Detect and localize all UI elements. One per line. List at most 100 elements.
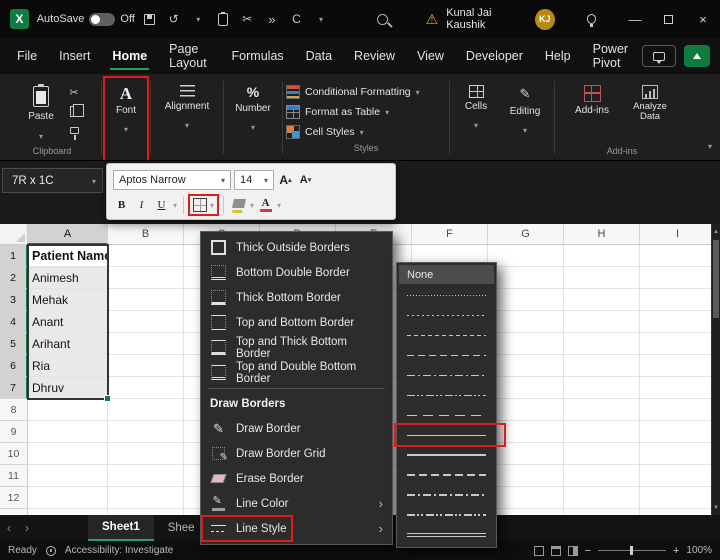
row-header[interactable]: 8: [0, 399, 28, 421]
decrease-font-size-button[interactable]: A: [297, 170, 314, 190]
cell[interactable]: [640, 355, 711, 377]
border-preset-menu-item[interactable]: Top and Double Bottom Border: [201, 360, 392, 385]
cell-column-a[interactable]: Ria: [28, 355, 108, 377]
maximize-button[interactable]: [652, 0, 686, 38]
line-style-option[interactable]: [399, 465, 494, 485]
cell-column-a[interactable]: [28, 399, 108, 421]
borders-dropdown-button[interactable]: [190, 196, 217, 214]
line-style-option[interactable]: [399, 525, 494, 545]
ribbon-tab[interactable]: Help: [534, 38, 582, 74]
cell[interactable]: [108, 245, 184, 267]
cell[interactable]: [564, 421, 640, 443]
name-box[interactable]: 7R x 1C: [2, 168, 103, 193]
cell[interactable]: [108, 333, 184, 355]
cell-column-a[interactable]: Animesh: [28, 267, 108, 289]
cell[interactable]: [564, 289, 640, 311]
font-color-button[interactable]: A: [257, 195, 274, 215]
paste-button[interactable]: Paste: [21, 80, 61, 144]
cut-button[interactable]: [237, 8, 258, 30]
line-style-option[interactable]: [399, 385, 494, 405]
cell[interactable]: [640, 465, 711, 487]
vertical-scrollbar[interactable]: ▲ ▼: [711, 224, 720, 515]
column-header[interactable]: A: [28, 224, 108, 245]
cell-column-a[interactable]: Patient Name: [28, 245, 108, 267]
cell[interactable]: [564, 377, 640, 399]
select-all-corner[interactable]: [0, 224, 28, 245]
cell[interactable]: [488, 465, 564, 487]
cell[interactable]: [640, 377, 711, 399]
cell[interactable]: [564, 487, 640, 509]
avatar[interactable]: KJ: [535, 9, 555, 30]
line-style-option[interactable]: [399, 425, 494, 445]
collapse-ribbon-button[interactable]: [708, 136, 712, 154]
line-style-option[interactable]: [399, 325, 494, 345]
ribbon-tab[interactable]: Formulas: [221, 38, 295, 74]
cell-column-a[interactable]: Dhruv: [28, 377, 108, 399]
cut-button[interactable]: [65, 85, 83, 100]
row-header[interactable]: 1: [0, 245, 28, 267]
cell[interactable]: [488, 399, 564, 421]
cell[interactable]: [108, 355, 184, 377]
underline-chevron-icon[interactable]: [173, 199, 177, 211]
previous-sheet-arrow[interactable]: ‹: [0, 521, 18, 535]
accessibility-status[interactable]: Accessibility: Investigate: [65, 545, 173, 556]
sheet-tab[interactable]: Sheet1: [88, 515, 154, 541]
line-style-option[interactable]: [399, 345, 494, 365]
cell[interactable]: [640, 289, 711, 311]
editing-group-button[interactable]: Editing: [499, 78, 551, 160]
normal-view-icon[interactable]: [534, 546, 544, 556]
cells-group-button[interactable]: Cells: [453, 78, 499, 160]
underline-button[interactable]: U: [153, 195, 170, 215]
scroll-down-arrow[interactable]: ▼: [712, 501, 720, 514]
cell[interactable]: [564, 443, 640, 465]
cell[interactable]: [488, 333, 564, 355]
font-group-button[interactable]: A Font: [105, 78, 147, 160]
cell[interactable]: [564, 267, 640, 289]
italic-button[interactable]: I: [133, 195, 150, 215]
line-style-option[interactable]: [399, 305, 494, 325]
line-style-option[interactable]: [399, 405, 494, 425]
row-header[interactable]: 9: [0, 421, 28, 443]
ribbon-tab[interactable]: Review: [343, 38, 406, 74]
cell[interactable]: [640, 267, 711, 289]
line-style-option[interactable]: [399, 485, 494, 505]
styles-menu-button[interactable]: Conditional Formatting: [286, 83, 446, 101]
border-preset-menu-item[interactable]: Top and Bottom Border: [201, 310, 392, 335]
comments-button[interactable]: [642, 45, 676, 67]
border-preset-menu-item[interactable]: Thick Bottom Border: [201, 285, 392, 310]
share-button[interactable]: [684, 45, 710, 67]
cell[interactable]: [108, 311, 184, 333]
cell[interactable]: [488, 443, 564, 465]
row-header[interactable]: 3: [0, 289, 28, 311]
copy-button[interactable]: [65, 104, 83, 119]
bold-button[interactable]: B: [113, 195, 130, 215]
cell[interactable]: [488, 487, 564, 509]
fill-color-chevron-icon[interactable]: [250, 199, 254, 211]
line-style-option[interactable]: [399, 285, 494, 305]
fill-color-button[interactable]: [230, 195, 247, 215]
format-painter-button[interactable]: [65, 123, 83, 138]
ribbon-tab[interactable]: Data: [295, 38, 343, 74]
border-preset-menu-item[interactable]: Bottom Double Border: [201, 260, 392, 285]
next-sheet-arrow[interactable]: ›: [18, 521, 36, 535]
row-header[interactable]: 6: [0, 355, 28, 377]
ribbon-tab[interactable]: View: [406, 38, 455, 74]
row-header[interactable]: 7: [0, 377, 28, 399]
scrollbar-thumb[interactable]: [713, 240, 719, 318]
flyout-menu-item[interactable]: Line Color: [201, 491, 392, 516]
line-style-option[interactable]: [399, 365, 494, 385]
user-name[interactable]: Kunal Jai Kaushik: [446, 7, 528, 31]
ribbon-tab[interactable]: File: [6, 38, 48, 74]
cell[interactable]: [640, 399, 711, 421]
clipboard-button[interactable]: [213, 8, 234, 30]
warning-icon[interactable]: [426, 11, 439, 28]
close-button[interactable]: ×: [686, 0, 720, 38]
cell[interactable]: [564, 355, 640, 377]
column-header[interactable]: H: [564, 224, 640, 245]
cell-column-a[interactable]: [28, 421, 108, 443]
cell[interactable]: [564, 333, 640, 355]
line-style-option[interactable]: [399, 445, 494, 465]
cell[interactable]: [108, 267, 184, 289]
cell[interactable]: [640, 245, 711, 267]
save-button[interactable]: [139, 8, 160, 30]
